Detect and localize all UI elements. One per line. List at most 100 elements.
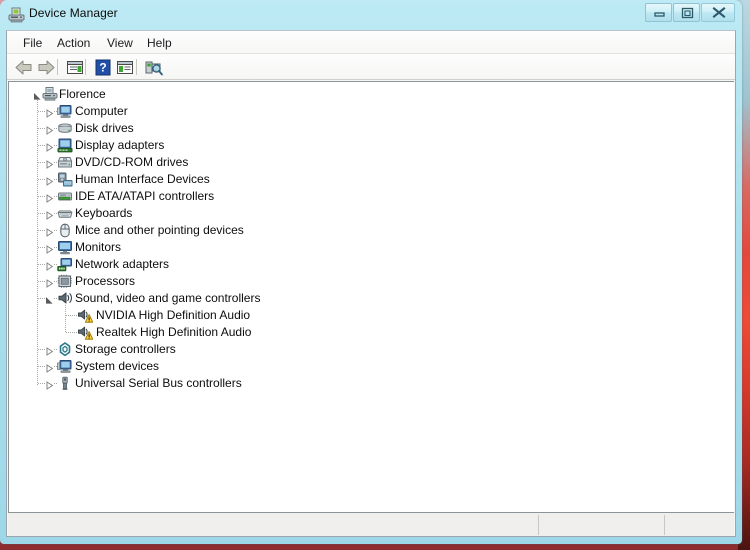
tree-item-realtek-high-definition-audio[interactable]: Realtek High Definition Audio	[9, 324, 734, 341]
tree-item-root[interactable]: Florence	[9, 86, 734, 103]
tree-item-label: Display adapters	[75, 138, 165, 152]
device-manager-window: Device Manager File Action View Help ? F…	[0, 0, 742, 544]
tree-item-display-adapters[interactable]: Display adapters	[9, 137, 734, 154]
expand-triangle-icon[interactable]	[45, 175, 54, 186]
menu-bar: File Action View Help	[7, 31, 735, 54]
expand-triangle-icon[interactable]	[45, 260, 54, 271]
tree-item-label: Monitors	[75, 240, 122, 254]
expand-triangle-icon[interactable]	[45, 192, 54, 203]
tree-item-label: Realtek High Definition Audio	[96, 325, 252, 339]
tree-item-label: Storage controllers	[75, 342, 176, 356]
tree-connector-line	[54, 281, 57, 282]
tree-item-label: Keyboards	[75, 206, 133, 220]
tree-connector-line	[38, 366, 45, 367]
tree-connector-line	[54, 264, 57, 265]
tree-item-label: Sound, video and game controllers	[75, 291, 261, 305]
tree-item-processors[interactable]: Processors	[9, 273, 734, 290]
tree-item-label: System devices	[75, 359, 160, 373]
speaker-warning-icon	[77, 325, 94, 340]
forward-button[interactable]	[35, 57, 57, 78]
expand-triangle-icon[interactable]	[45, 209, 54, 220]
expand-triangle-icon[interactable]	[45, 277, 54, 288]
properties-button[interactable]	[64, 57, 86, 78]
tree-connector-line	[66, 315, 77, 316]
expand-triangle-icon[interactable]	[45, 379, 54, 390]
menu-help[interactable]: Help	[141, 35, 178, 51]
device-tree-panel[interactable]: Florence Computer Disk drives Display adapt…	[8, 81, 734, 512]
tree-item-network-adapters[interactable]: Network adapters	[9, 256, 734, 273]
tree-item-universal-serial-bus-controllers[interactable]: Universal Serial Bus controllers	[9, 375, 734, 392]
keyboard-icon	[57, 206, 73, 221]
tree-connector-line	[54, 128, 57, 129]
device-manager-icon	[8, 7, 25, 23]
show-hidden-devices-button[interactable]	[114, 57, 136, 78]
status-bar	[8, 512, 734, 536]
collapse-triangle-icon[interactable]	[45, 294, 54, 304]
hid-icon	[57, 172, 73, 187]
toolbar-separator	[85, 59, 86, 75]
tree-item-monitors[interactable]: Monitors	[9, 239, 734, 256]
tree-connector-line	[38, 179, 45, 180]
tree-item-label: Network adapters	[75, 257, 170, 271]
usb-controller-icon	[57, 376, 73, 391]
tree-connector-line	[54, 213, 57, 214]
tree-item-dvd-cd-rom-drives[interactable]: DVD/CD-ROM drives	[9, 154, 734, 171]
disk-drive-icon	[57, 121, 73, 136]
tree-connector-line	[54, 247, 57, 248]
tree-connector-line	[38, 162, 45, 163]
tree-item-disk-drives[interactable]: Disk drives	[9, 120, 734, 137]
expand-triangle-icon[interactable]	[45, 107, 54, 118]
tree-item-mice-and-other-pointing-devices[interactable]: Mice and other pointing devices	[9, 222, 734, 239]
tree-item-nvidia-high-definition-audio[interactable]: NVIDIA High Definition Audio	[9, 307, 734, 324]
tree-connector-line	[54, 383, 57, 384]
tree-connector-line	[54, 196, 57, 197]
tree-item-keyboards[interactable]: Keyboards	[9, 205, 734, 222]
expand-triangle-icon[interactable]	[45, 345, 54, 356]
status-divider	[664, 515, 665, 535]
expand-triangle-icon[interactable]	[45, 158, 54, 169]
back-button[interactable]	[13, 57, 35, 78]
expand-triangle-icon[interactable]	[45, 243, 54, 254]
tree-item-label: Mice and other pointing devices	[75, 223, 244, 237]
tree-item-computer[interactable]: Computer	[9, 103, 734, 120]
tree-connector-line	[37, 100, 38, 385]
speaker-warning-icon	[77, 308, 94, 323]
help-button[interactable]: ?	[92, 57, 114, 78]
tree-item-label: Universal Serial Bus controllers	[75, 376, 242, 390]
tree-item-label: Disk drives	[75, 121, 134, 135]
system-device-icon	[57, 359, 73, 374]
expand-triangle-icon[interactable]	[45, 226, 54, 237]
network-adapter-icon	[57, 257, 73, 272]
tree-connector-line	[54, 145, 57, 146]
tree-item-sound-video-and-game-controllers[interactable]: Sound, video and game controllers	[9, 290, 734, 307]
tree-item-ide-ata-atapi-controllers[interactable]: IDE ATA/ATAPI controllers	[9, 188, 734, 205]
storage-controller-icon	[57, 342, 73, 357]
collapse-triangle-icon[interactable]	[33, 90, 42, 100]
tree-connector-line	[38, 196, 45, 197]
tree-item-system-devices[interactable]: System devices	[9, 358, 734, 375]
tree-connector-line	[54, 179, 57, 180]
tree-connector-line	[54, 111, 57, 112]
tree-connector-line	[38, 281, 45, 282]
title-bar[interactable]: Device Manager	[0, 0, 742, 30]
maximize-button[interactable]	[673, 3, 700, 22]
computer-device-icon	[42, 87, 58, 102]
menu-view[interactable]: View	[101, 35, 139, 51]
menu-file[interactable]: File	[17, 35, 48, 51]
device-tree: Florence Computer Disk drives Display adapt…	[9, 86, 734, 392]
tree-item-label: Computer	[75, 104, 128, 118]
minimize-button[interactable]	[645, 3, 672, 22]
tree-item-storage-controllers[interactable]: Storage controllers	[9, 341, 734, 358]
expand-triangle-icon[interactable]	[45, 141, 54, 152]
tree-item-human-interface-devices[interactable]: Human Interface Devices	[9, 171, 734, 188]
toolbar: ?	[7, 54, 735, 80]
menu-action[interactable]: Action	[51, 35, 96, 51]
processor-icon	[57, 274, 73, 289]
close-button[interactable]	[701, 3, 735, 22]
scan-hardware-changes-button[interactable]	[143, 57, 165, 78]
tree-connector-line	[54, 298, 57, 299]
expand-triangle-icon[interactable]	[45, 124, 54, 135]
tree-item-label: Human Interface Devices	[75, 172, 210, 186]
expand-triangle-icon[interactable]	[45, 362, 54, 373]
tree-connector-line	[54, 366, 57, 367]
